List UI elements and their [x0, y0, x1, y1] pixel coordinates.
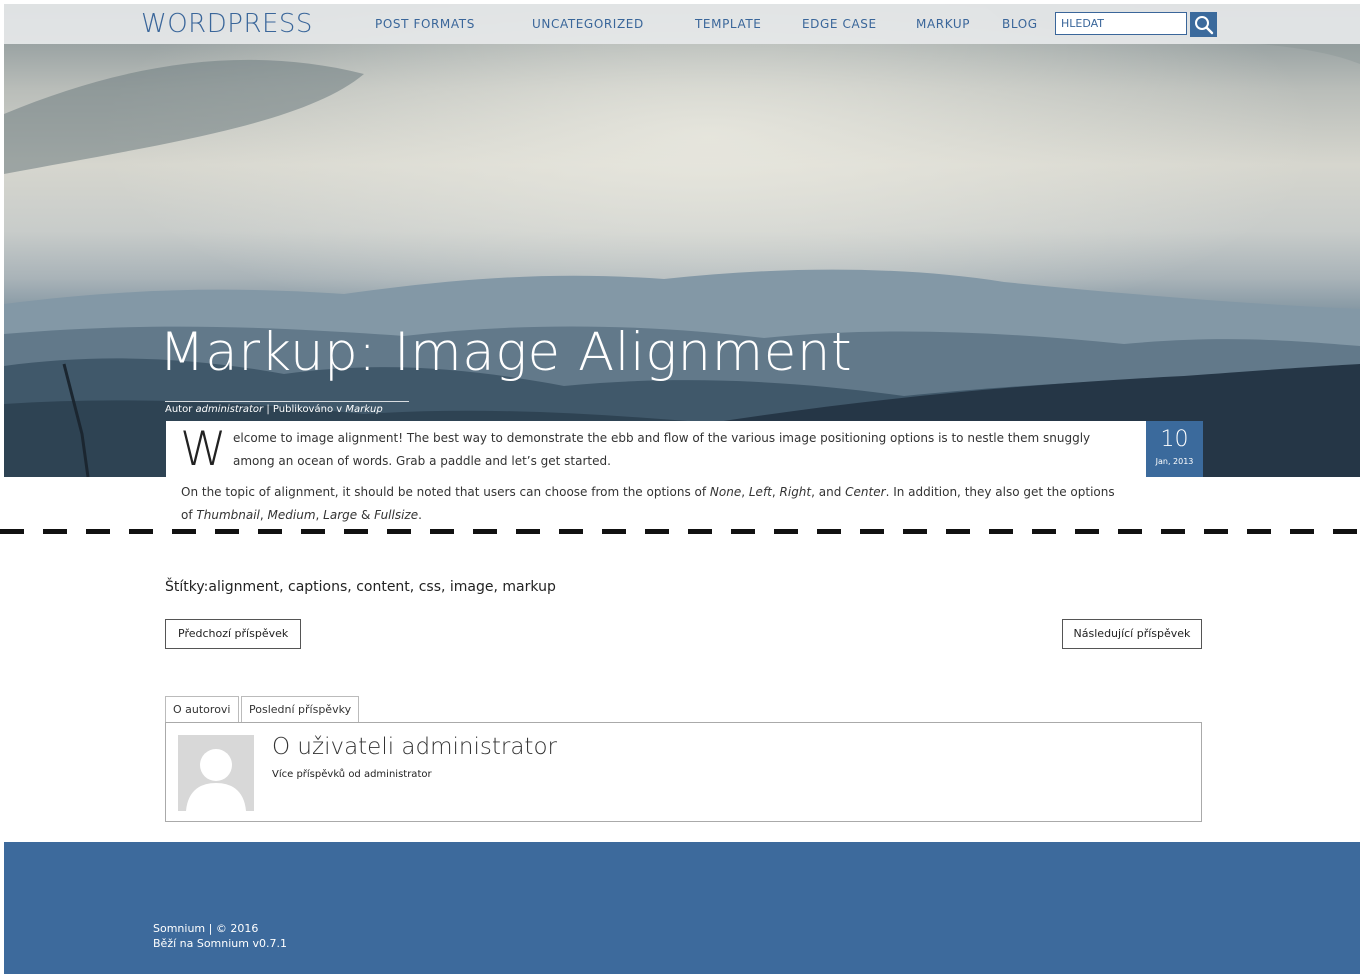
- tag-link[interactable]: alignment: [208, 579, 279, 595]
- author-box: O uživateli administrator Více příspěvků…: [165, 722, 1202, 822]
- date-month: Jan, 2013: [1155, 457, 1194, 466]
- previous-post-button[interactable]: Předchozí příspěvek: [165, 619, 302, 649]
- meta-category-link[interactable]: Markup: [345, 404, 382, 415]
- nav-markup[interactable]: MARKUP: [916, 17, 970, 31]
- site-logo[interactable]: WORDPRESS: [141, 9, 313, 39]
- author-heading: O uživateli administrator: [272, 734, 557, 760]
- next-post-button[interactable]: Následující příspěvek: [1062, 619, 1202, 649]
- tab-recent-posts[interactable]: Poslední příspěvky: [241, 696, 360, 723]
- search-button[interactable]: [1190, 12, 1217, 37]
- tag-link[interactable]: captions: [288, 579, 347, 595]
- author-posts-link[interactable]: Více příspěvků od administrator: [272, 769, 432, 780]
- avatar: [178, 735, 254, 811]
- intro-line-1: elcome to image alignment! The best way …: [233, 431, 1091, 445]
- drop-cap: W: [180, 422, 227, 477]
- paragraph-2-line-2: of Thumbnail, Medium, Large & Fullsize.: [181, 508, 422, 522]
- nav-edge-case[interactable]: EDGE CASE: [802, 17, 877, 31]
- screenshot-cut-divider: [0, 529, 1365, 534]
- paragraph-2-line-1: On the topic of alignment, it should be …: [181, 485, 1115, 499]
- meta-author-link[interactable]: administrator: [196, 404, 264, 415]
- tab-about-author[interactable]: O autorovi: [165, 696, 239, 723]
- tag-link[interactable]: markup: [502, 579, 555, 595]
- meta-separator: |: [263, 404, 273, 415]
- search-icon: [1194, 15, 1213, 34]
- search-input[interactable]: [1055, 12, 1187, 35]
- meta-author-prefix: Autor: [165, 404, 193, 415]
- tag-link[interactable]: image: [450, 579, 494, 595]
- date-day: 10: [1160, 427, 1189, 452]
- footer-powered-by: Běží na Somnium v0.7.1: [153, 937, 287, 950]
- tags-label: Štítky:: [165, 579, 209, 595]
- intro-line-2: among an ocean of words. Grab a paddle a…: [233, 454, 611, 468]
- nav-post-formats[interactable]: POST FORMATS: [375, 17, 475, 31]
- nav-uncategorized[interactable]: UNCATEGORIZED: [532, 17, 644, 31]
- user-silhouette-icon: [186, 749, 246, 811]
- post-meta: Autor administrator | Publikováno v Mark…: [165, 401, 409, 415]
- meta-published-prefix: Publikováno v: [272, 404, 343, 415]
- nav-template[interactable]: TEMPLATE: [695, 17, 761, 31]
- post-date-badge: 10 Jan, 2013: [1146, 421, 1203, 477]
- footer: Somnium | © 2016 Běží na Somnium v0.7.1: [4, 842, 1360, 974]
- tag-link[interactable]: content: [356, 579, 410, 595]
- post-tags: Štítky:alignment, captions, content, css…: [165, 579, 556, 595]
- post-title: Markup: Image Alignment: [159, 322, 853, 383]
- nav-blog[interactable]: BLOG: [1002, 17, 1038, 31]
- footer-copyright: Somnium | © 2016: [153, 922, 259, 935]
- tag-link[interactable]: css: [419, 579, 441, 595]
